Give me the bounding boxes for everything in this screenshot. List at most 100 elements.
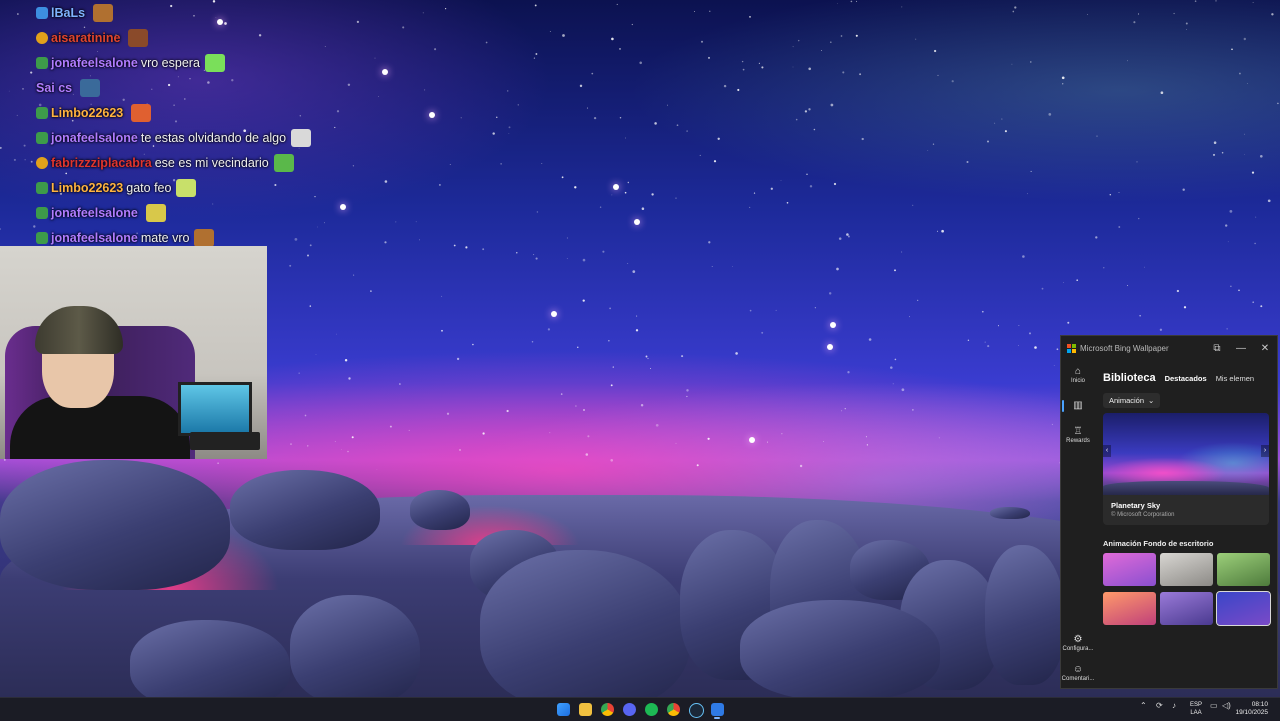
star xyxy=(1229,210,1233,213)
filter-dropdown[interactable]: Animación ⌄ xyxy=(1103,393,1161,408)
star xyxy=(460,117,462,119)
star xyxy=(675,442,677,444)
bing-wallpaper-taskbar-icon[interactable] xyxy=(711,703,724,716)
steam-icon[interactable] xyxy=(689,703,704,718)
wallpaper-thumbnail-cloud-temple[interactable] xyxy=(1160,553,1213,586)
star xyxy=(635,329,639,332)
star xyxy=(749,206,751,208)
tab-featured[interactable]: Destacados xyxy=(1165,374,1207,383)
star xyxy=(1133,21,1136,24)
file-explorer-icon[interactable] xyxy=(579,703,592,716)
nav-settings[interactable]: ⚙ Configura... xyxy=(1061,634,1095,652)
chat-emote-icon xyxy=(204,53,225,72)
chevron-up-icon[interactable]: ⌃ xyxy=(1140,701,1147,710)
star xyxy=(809,185,813,188)
background-monitor xyxy=(178,382,252,436)
wallpaper-thumbnail-green-arch[interactable] xyxy=(1217,553,1270,586)
language-indicator[interactable]: ESP LAA xyxy=(1190,701,1202,717)
close-button[interactable]: ✕ xyxy=(1253,343,1277,354)
chat-text: te estas olvidando de algo xyxy=(140,130,287,145)
carousel-next-button[interactable]: › xyxy=(1261,445,1269,457)
featured-wallpaper-card[interactable]: ‹ › Planetary Sky © Microsoft Corporatio… xyxy=(1103,413,1269,525)
star xyxy=(830,103,834,107)
chat-badge-icon xyxy=(36,156,48,169)
star xyxy=(1160,91,1164,95)
wallpaper-thumbnail-purple-lake[interactable] xyxy=(1160,592,1213,625)
star xyxy=(453,244,456,247)
star xyxy=(1159,328,1163,331)
system-clock[interactable]: 08:10 19/10/2025 xyxy=(1235,701,1268,717)
star xyxy=(847,371,850,374)
star xyxy=(631,23,633,26)
star xyxy=(696,464,699,467)
nav-library[interactable]: ▥ xyxy=(1061,400,1095,412)
star xyxy=(1041,287,1044,290)
star xyxy=(536,211,539,213)
wallpaper-thumbnail-planetary-sky[interactable] xyxy=(1216,591,1271,626)
display-icon[interactable]: ▭ xyxy=(1210,701,1218,710)
star xyxy=(1067,321,1070,324)
star xyxy=(1137,13,1140,15)
volume-icon[interactable]: ◁) xyxy=(1222,701,1231,710)
chat-message: Limbo22623 gato feo xyxy=(36,175,336,200)
star xyxy=(415,221,417,223)
star xyxy=(541,162,543,164)
star xyxy=(23,144,26,147)
star xyxy=(1244,133,1246,135)
chat-emote-icon xyxy=(273,153,294,172)
chat-emote-icon xyxy=(145,203,166,222)
star xyxy=(1051,423,1053,425)
nav-rewards[interactable]: ♖ Rewards xyxy=(1061,426,1095,444)
star xyxy=(1056,348,1059,351)
microphone-icon[interactable]: ♪ xyxy=(1172,701,1176,710)
spotify-icon[interactable] xyxy=(645,703,658,716)
chat-username: jonafeelsalone xyxy=(51,230,138,245)
star xyxy=(713,160,717,163)
star xyxy=(376,468,378,470)
chat-emote-icon xyxy=(93,3,114,22)
star xyxy=(377,96,379,97)
nav-home[interactable]: ⌂ Inicio xyxy=(1061,366,1095,384)
wallpaper-thumbnail-sunset-clouds[interactable] xyxy=(1103,592,1156,625)
star xyxy=(821,49,823,51)
star xyxy=(1127,285,1129,287)
star xyxy=(616,3,618,5)
nav-feedback[interactable]: ☺ Comentari... xyxy=(1061,664,1095,682)
nav-rail: ⌂ Inicio ▥ ♖ Rewards ⚙ Configura... ☺ Co… xyxy=(1061,360,1095,688)
star xyxy=(611,194,613,196)
star xyxy=(298,372,300,374)
star xyxy=(534,4,537,7)
tab-my-items[interactable]: Mis elemen xyxy=(1216,374,1254,383)
star xyxy=(384,180,388,183)
star xyxy=(1244,154,1245,155)
star xyxy=(997,325,1000,327)
minimize-button[interactable]: — xyxy=(1229,343,1253,354)
chrome-icon[interactable] xyxy=(601,703,614,716)
star xyxy=(742,68,745,71)
chat-badge-icon xyxy=(36,206,48,219)
wallpaper-thumbnail-pink-fantasy[interactable] xyxy=(1103,553,1156,586)
window-titlebar[interactable]: Microsoft Bing Wallpaper ⧉ — ✕ xyxy=(1061,336,1277,360)
star xyxy=(912,409,914,411)
popout-icon[interactable]: ⧉ xyxy=(1205,343,1229,354)
star xyxy=(619,48,621,50)
carousel-prev-button[interactable]: ‹ xyxy=(1103,445,1111,457)
chrome-alt-icon[interactable] xyxy=(667,703,680,716)
star xyxy=(438,183,441,186)
chat-username: Limbo22623 xyxy=(51,180,124,195)
star xyxy=(1255,216,1257,218)
star xyxy=(610,384,613,387)
star xyxy=(837,3,839,4)
sync-icon[interactable]: ⟳ xyxy=(1156,701,1163,710)
start-icon[interactable] xyxy=(557,703,570,716)
star xyxy=(708,241,711,244)
star xyxy=(1267,199,1271,203)
discord-icon[interactable] xyxy=(623,703,636,716)
star xyxy=(13,158,16,161)
star xyxy=(732,265,733,267)
star xyxy=(533,57,536,59)
star xyxy=(707,437,710,440)
star xyxy=(384,241,387,244)
chat-username: Limbo22623 xyxy=(51,105,124,120)
star xyxy=(1226,328,1228,330)
